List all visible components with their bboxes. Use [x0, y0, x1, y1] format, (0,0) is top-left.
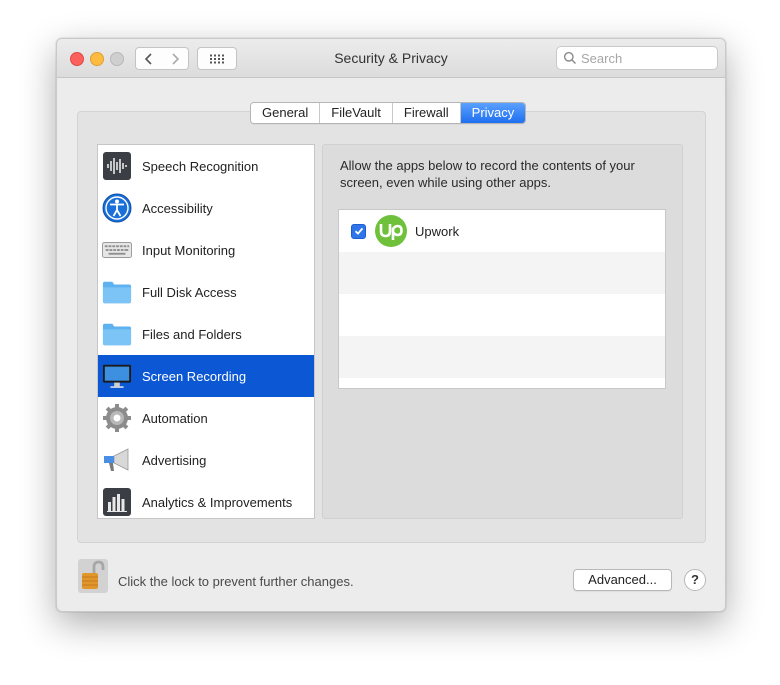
- pane-description: Allow the apps below to record the conte…: [340, 158, 635, 190]
- upwork-logo-icon: [375, 215, 407, 247]
- lock-status-text: Click the lock to prevent further change…: [118, 574, 354, 589]
- tab-general[interactable]: General: [251, 103, 321, 123]
- privacy-category-list: Speech Recognition Accessibility Input M…: [97, 144, 315, 519]
- sidebar-item-label: Analytics & Improvements: [142, 494, 293, 510]
- empty-row: [339, 336, 665, 378]
- sidebar-item-label: Automation: [142, 410, 208, 426]
- tab-firewall[interactable]: Firewall: [392, 103, 461, 123]
- title-bar: Security & Privacy: [57, 39, 725, 78]
- advanced-button[interactable]: Advanced...: [573, 569, 672, 591]
- app-name: Upwork: [415, 223, 460, 239]
- sidebar-item-screen-recording[interactable]: Screen Recording: [98, 355, 314, 397]
- search-icon: [563, 51, 577, 65]
- sidebar-item-label: Speech Recognition: [142, 158, 259, 174]
- app-row-upwork[interactable]: Upwork: [339, 210, 665, 252]
- sidebar-item-analytics-improvements[interactable]: Analytics & Improvements: [98, 481, 314, 518]
- app-checkbox[interactable]: [351, 223, 366, 239]
- sidebar-item-label: Full Disk Access: [142, 284, 237, 300]
- sidebar-item-automation[interactable]: Automation: [98, 397, 314, 439]
- gear-icon: [102, 403, 132, 433]
- sidebar-item-label: Screen Recording: [142, 368, 247, 384]
- tab-privacy[interactable]: Privacy: [460, 103, 526, 123]
- unlocked-padlock-icon: [78, 559, 108, 593]
- sidebar-item-input-monitoring[interactable]: Input Monitoring: [98, 229, 314, 271]
- sidebar-item-full-disk-access[interactable]: Full Disk Access: [98, 271, 314, 313]
- search-input[interactable]: [581, 50, 711, 66]
- sidebar-item-label: Files and Folders: [142, 326, 242, 342]
- keyboard-icon: [102, 235, 132, 265]
- tab-bar: General FileVault Firewall Privacy: [250, 102, 527, 124]
- sidebar-item-accessibility[interactable]: Accessibility: [98, 187, 314, 229]
- search-field[interactable]: [556, 46, 718, 70]
- display-icon: [102, 361, 132, 391]
- empty-row: [339, 294, 665, 336]
- accessibility-icon: [102, 193, 132, 223]
- security-privacy-window: Security & Privacy General FileVault Fir…: [56, 38, 726, 612]
- folder-icon: [102, 319, 132, 349]
- help-button[interactable]: ?: [684, 569, 706, 591]
- empty-row: [339, 252, 665, 294]
- waveform-icon: [102, 151, 132, 181]
- checkmark-icon: [354, 227, 363, 235]
- sidebar-item-label: Input Monitoring: [142, 242, 236, 258]
- megaphone-icon: [102, 445, 132, 475]
- sidebar-item-speech-recognition[interactable]: Speech Recognition: [98, 145, 314, 187]
- screen-recording-pane: Allow the apps below to record the conte…: [322, 144, 683, 519]
- sidebar-item-label: Advertising: [142, 452, 207, 468]
- sidebar-item-label: Accessibility: [142, 200, 213, 216]
- app-list: Upwork: [338, 209, 666, 389]
- tab-filevault[interactable]: FileVault: [320, 103, 393, 123]
- folder-icon: [102, 277, 132, 307]
- bar-chart-icon: [102, 487, 132, 517]
- sidebar-item-advertising[interactable]: Advertising: [98, 439, 314, 481]
- lock-button[interactable]: [77, 559, 109, 593]
- sidebar-item-files-and-folders[interactable]: Files and Folders: [98, 313, 314, 355]
